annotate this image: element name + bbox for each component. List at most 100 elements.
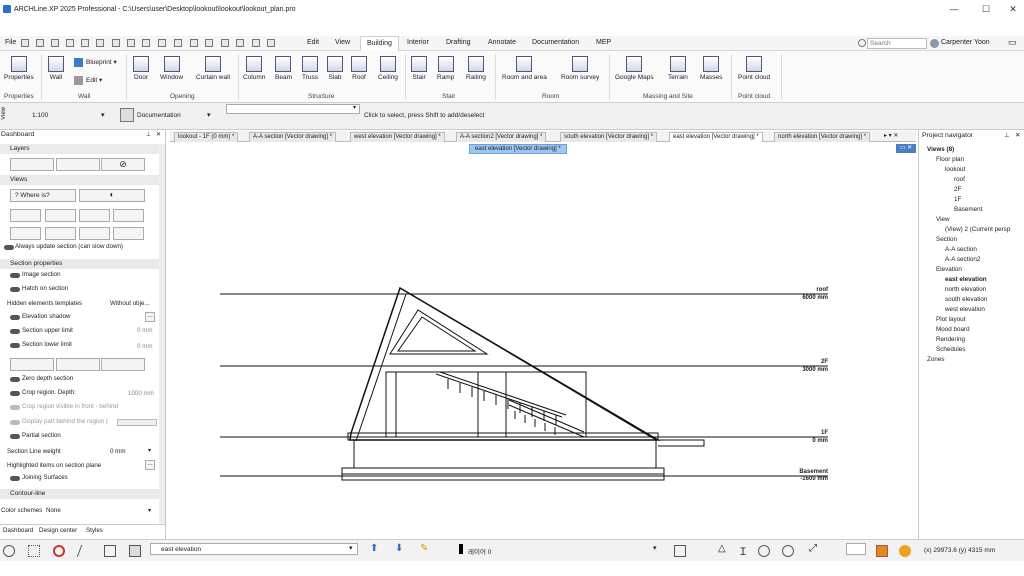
view-front-icon[interactable]: [10, 209, 41, 222]
navigator-item[interactable]: east elevation: [945, 276, 987, 283]
room-survey-button[interactable]: Room survey: [561, 56, 599, 81]
navigator-item[interactable]: Zones: [927, 356, 945, 363]
navigator-item[interactable]: Schedules: [936, 346, 965, 353]
display-part-toggle[interactable]: [10, 420, 20, 425]
elevation-shadow-toggle[interactable]: [10, 315, 20, 320]
paste-icon[interactable]: [112, 39, 120, 47]
arrow-up-icon[interactable]: ⬆: [370, 543, 382, 555]
color-schemes-value[interactable]: None: [46, 507, 61, 514]
triangle-icon[interactable]: △: [718, 543, 730, 555]
navigator-item[interactable]: roof: [954, 176, 965, 183]
cut-icon[interactable]: [81, 39, 89, 47]
menu-edit[interactable]: Edit: [307, 39, 319, 46]
layers-header[interactable]: Layers: [0, 144, 160, 154]
roof-button[interactable]: Roof: [351, 56, 367, 81]
copy-icon[interactable]: [96, 39, 104, 47]
search-input[interactable]: [867, 38, 927, 49]
scale-dropdown-icon[interactable]: ▾: [101, 111, 105, 119]
highlighted-more-button[interactable]: …: [145, 460, 155, 470]
measure-icon[interactable]: ⤢: [809, 543, 821, 555]
menu-documentation[interactable]: Documentation: [532, 39, 579, 46]
ramp-button[interactable]: Ramp: [437, 56, 454, 81]
color-schemes-dropdown-icon[interactable]: ▾: [148, 507, 151, 514]
view-top-icon[interactable]: [10, 227, 41, 240]
navigator-item[interactable]: 2F: [954, 186, 961, 193]
image-section-toggle[interactable]: [10, 273, 20, 278]
doc-tab-east-elevation[interactable]: east elevation [Vector drawing] *: [669, 132, 763, 142]
navigator-item[interactable]: A-A section2: [945, 256, 980, 263]
zoom-box[interactable]: [846, 543, 866, 555]
navigator-item[interactable]: Rendering: [936, 336, 965, 343]
pencil-icon[interactable]: ✎: [420, 543, 432, 555]
view-back-icon[interactable]: [79, 209, 110, 222]
new-icon[interactable]: [21, 39, 29, 47]
curtain-wall-button[interactable]: Curtain wall: [196, 56, 230, 81]
views-header[interactable]: Views: [0, 175, 160, 185]
contour-line-header[interactable]: Contour-line: [0, 489, 160, 499]
navigator-item[interactable]: Basement: [954, 206, 982, 213]
dashboard-scrollbar[interactable]: [159, 144, 165, 524]
globe-icon[interactable]: [782, 545, 794, 557]
tab-styles[interactable]: Styles: [86, 527, 103, 534]
surface-icon[interactable]: [674, 545, 686, 557]
layers-button-2[interactable]: [56, 158, 100, 171]
text-cursor-icon[interactable]: Ｉ: [738, 543, 750, 558]
joining-surfaces-toggle[interactable]: [10, 476, 20, 481]
truss-button[interactable]: Truss: [302, 56, 318, 81]
contrast-icon[interactable]: ◐: [79, 189, 145, 202]
window-tool-icon[interactable]: [236, 39, 244, 47]
lower-limit-value[interactable]: 0 mm: [137, 343, 152, 350]
blueprint-button[interactable]: Blueprint ▾: [74, 58, 117, 67]
where-is-button[interactable]: ? Where is?: [10, 189, 76, 202]
menu-annotate[interactable]: Annotate: [488, 39, 516, 46]
navigator-item[interactable]: Mood board: [936, 326, 970, 333]
render-icon[interactable]: [876, 545, 888, 557]
stair-button[interactable]: Stair: [411, 56, 427, 81]
navigator-item[interactable]: (View) 2 (Current persp: [945, 226, 1010, 233]
more-icon[interactable]: [267, 39, 275, 47]
layers-off-icon[interactable]: ⊘: [101, 158, 145, 171]
magnet-icon[interactable]: [53, 545, 65, 557]
column-button[interactable]: Column: [243, 56, 265, 81]
navigator-item[interactable]: 1F: [954, 196, 961, 203]
partial-section-toggle[interactable]: [10, 434, 20, 439]
zoom-in-icon[interactable]: [113, 227, 144, 240]
crop-visible-toggle[interactable]: [10, 405, 20, 410]
section-step-icon[interactable]: [101, 358, 145, 371]
sun-icon[interactable]: [899, 545, 911, 557]
menu-file[interactable]: File: [5, 39, 16, 46]
wall-tool-icon[interactable]: [190, 39, 198, 47]
arrow-down-icon[interactable]: ⬇: [395, 543, 407, 555]
doc-tab-lookout-1f[interactable]: lookout - 1F (0 mm) *: [174, 132, 239, 142]
line-weight-value[interactable]: 0 mm: [110, 448, 125, 455]
scale-value[interactable]: 1:100: [32, 112, 48, 119]
always-update-toggle[interactable]: [4, 245, 14, 250]
close-icon[interactable]: ✕: [1006, 4, 1020, 15]
terrain-button[interactable]: Terrain: [668, 56, 688, 81]
ceiling-button[interactable]: Ceiling: [378, 56, 398, 81]
navigator-item[interactable]: Elevation: [936, 266, 962, 273]
save-icon[interactable]: [51, 39, 59, 47]
wall-button[interactable]: Wall: [48, 56, 64, 81]
help-icon[interactable]: [858, 39, 866, 47]
display-part-slider[interactable]: [117, 419, 157, 426]
room-and-area-button[interactable]: Room and area: [502, 56, 547, 81]
navigator-item[interactable]: Plot layout: [936, 316, 965, 323]
menu-view[interactable]: View: [335, 39, 350, 46]
view-selector-dropdown-icon[interactable]: ▾: [349, 544, 353, 552]
user-name[interactable]: Carpenter Yoon: [941, 39, 990, 46]
doc-tab-north-elevation[interactable]: north elevation [Vector drawing] *: [774, 132, 871, 142]
command-dropdown-icon[interactable]: ▾: [353, 104, 356, 111]
door-button[interactable]: Door: [133, 56, 149, 81]
layers-button-1[interactable]: [10, 158, 54, 171]
navigator-item[interactable]: Views (8): [927, 146, 954, 153]
drawing-canvas[interactable]: east elevation [Vector drawing] * ▭ ✕ ro…: [170, 143, 916, 539]
section-properties-header[interactable]: Section properties: [0, 259, 160, 269]
user-avatar[interactable]: [930, 39, 939, 48]
navigator-item[interactable]: south elevation: [945, 296, 987, 303]
move-icon[interactable]: [252, 39, 260, 47]
section-align-mid-icon[interactable]: [56, 358, 100, 371]
command-input[interactable]: [226, 104, 360, 114]
navigator-item[interactable]: Floor plan: [936, 156, 964, 163]
ortho-icon[interactable]: [76, 545, 94, 557]
